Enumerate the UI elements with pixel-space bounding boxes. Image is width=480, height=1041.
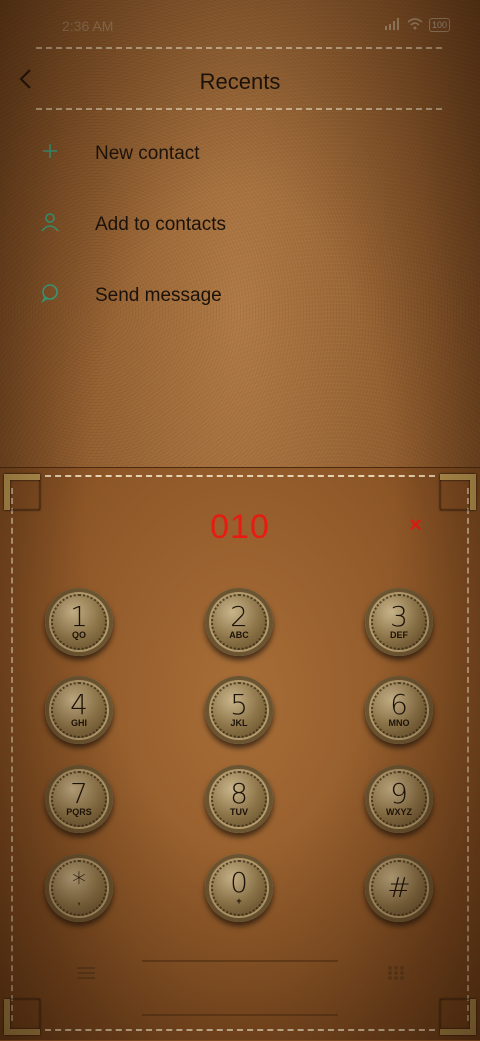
- key-letters: +: [236, 895, 242, 906]
- menu-item-new-contact[interactable]: New contact: [0, 123, 480, 183]
- wifi-icon: [407, 17, 423, 33]
- bottom-divider: [142, 960, 338, 962]
- key-letters: ABC: [229, 629, 249, 640]
- key-letters: JKL: [230, 717, 248, 728]
- key-digit: 1: [70, 599, 88, 633]
- clear-button[interactable]: ×: [409, 512, 422, 538]
- key-digit: 8: [230, 776, 248, 810]
- menu-item-send-message[interactable]: Send message: [0, 265, 480, 325]
- key-9[interactable]: 9 WXYZ: [365, 765, 433, 833]
- key-2[interactable]: 2 ABC: [205, 588, 273, 656]
- key-5[interactable]: 5 JKL: [205, 676, 273, 744]
- key-letters: GHI: [70, 717, 87, 728]
- person-icon: [40, 212, 62, 234]
- key-letters: PQRS: [66, 806, 92, 817]
- key-1[interactable]: 1 QO: [45, 588, 113, 656]
- key-letters: TUV: [230, 806, 248, 817]
- key-letters: QO: [71, 629, 86, 640]
- panel-stitch: [45, 475, 435, 477]
- menu-lines-icon[interactable]: [76, 965, 96, 986]
- brass-corner: [440, 474, 476, 510]
- menu-item-add-to-contacts[interactable]: Add to contacts: [0, 194, 480, 254]
- key-letters: WXYZ: [386, 806, 412, 817]
- dialed-number: 010: [210, 508, 270, 546]
- menu-item-label: New contact: [95, 143, 200, 164]
- dialpad-panel: 010 × 1 QO 2 ABC 3 DEF 4 GHI 5 JKL 6 MNO…: [0, 467, 480, 1041]
- header: Recents: [0, 52, 480, 110]
- menu-item-label: Add to contacts: [95, 214, 226, 235]
- key-star[interactable]: * ,: [45, 854, 113, 922]
- key-letters: MNO: [388, 717, 410, 728]
- key-digit: 5: [230, 687, 248, 721]
- key-0[interactable]: 0 +: [205, 854, 273, 922]
- key-digit: 3: [390, 599, 408, 633]
- key-hash[interactable]: #: [365, 854, 433, 922]
- key-7[interactable]: 7 PQRS: [45, 765, 113, 833]
- dialpad-grid-icon[interactable]: [387, 965, 405, 986]
- key-6[interactable]: 6 MNO: [365, 676, 433, 744]
- key-letters: ,: [77, 895, 81, 906]
- page-title: Recents: [199, 69, 281, 94]
- key-digit: 2: [230, 599, 248, 633]
- brass-corner: [4, 474, 40, 510]
- key-digit: 0: [230, 865, 248, 899]
- key-digit: *: [72, 865, 86, 899]
- key-4[interactable]: 4 GHI: [45, 676, 113, 744]
- brass-corner: [440, 999, 476, 1035]
- key-8[interactable]: 8 TUV: [205, 765, 273, 833]
- chat-bubble-icon: [40, 283, 62, 305]
- battery-icon: 100: [428, 18, 450, 32]
- key-digit: 4: [70, 687, 88, 721]
- status-icons: 100: [384, 17, 450, 33]
- key-digit: #: [387, 871, 411, 904]
- status-time: 2:36 AM: [62, 18, 114, 34]
- header-stitch-bottom: [36, 108, 442, 110]
- key-3[interactable]: 3 DEF: [365, 588, 433, 656]
- panel-stitch: [45, 1029, 435, 1031]
- signal-icon: [384, 17, 401, 33]
- key-digit: 6: [390, 687, 408, 721]
- panel-stitch-right: [467, 488, 469, 1021]
- bottom-divider: [142, 1014, 338, 1016]
- plus-icon: [40, 141, 62, 163]
- key-digit: 7: [70, 776, 88, 810]
- key-letters: DEF: [390, 629, 408, 640]
- panel-stitch-left: [11, 488, 13, 1021]
- header-stitch-top: [36, 47, 442, 49]
- key-digit: 9: [390, 776, 408, 810]
- menu-item-label: Send message: [95, 285, 222, 306]
- brass-corner: [4, 999, 40, 1035]
